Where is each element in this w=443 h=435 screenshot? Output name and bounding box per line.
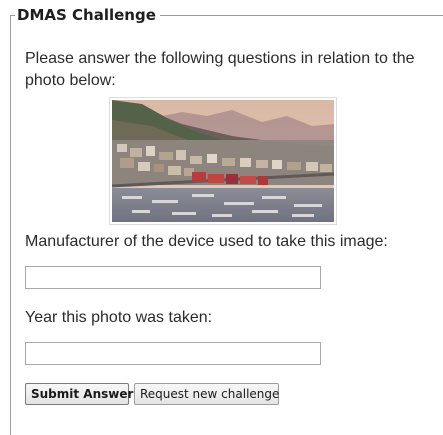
manufacturer-label: Manufacturer of the device used to take … [25,233,388,250]
year-label: Year this photo was taken: [25,309,213,326]
challenge-photo [109,97,337,225]
request-new-challenge-button[interactable]: Request new challenge [134,383,279,405]
submit-answer-button[interactable]: Submit Answer [25,383,133,405]
manufacturer-input[interactable] [25,266,321,289]
challenge-instructions: Please answer the following questions in… [25,50,415,89]
challenge-legend: DMAS Challenge [15,6,160,24]
challenge-photo-image [112,100,334,222]
year-input[interactable] [25,342,321,365]
